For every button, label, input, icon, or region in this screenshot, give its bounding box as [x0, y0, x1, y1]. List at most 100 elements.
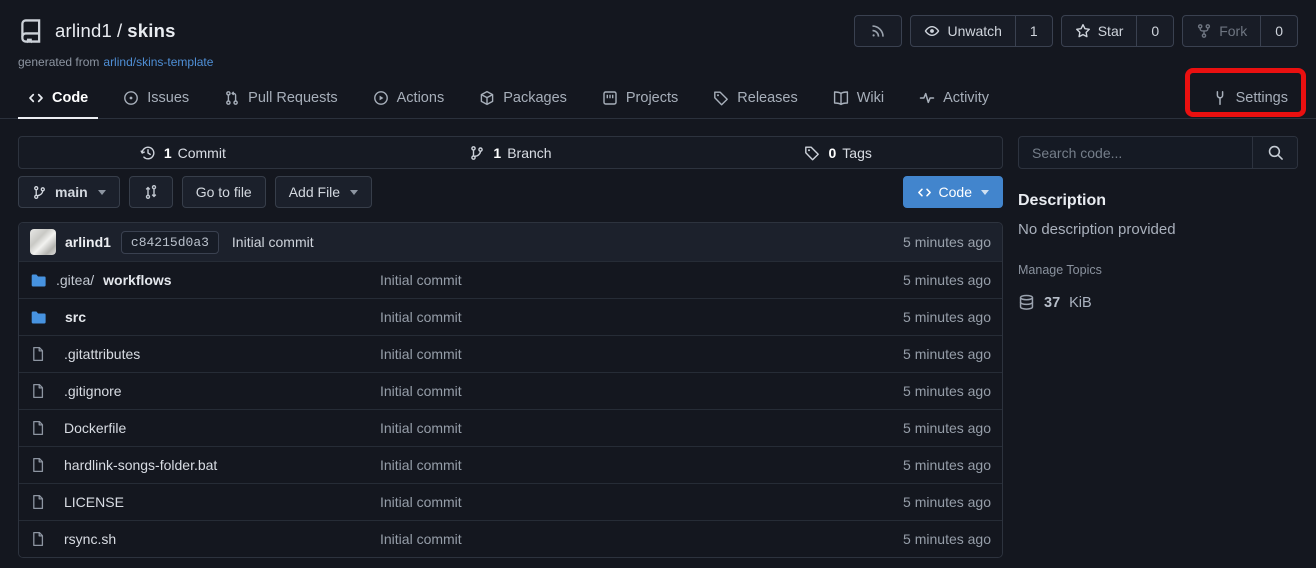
- watch-button-group: Unwatch 1: [910, 15, 1052, 47]
- folder-icon: [30, 272, 47, 289]
- template-repo-link[interactable]: arlind/skins-template: [103, 55, 213, 69]
- page-title: arlind1/skins: [55, 20, 176, 42]
- branch-selector[interactable]: main: [18, 176, 120, 208]
- tab-issues[interactable]: Issues: [113, 78, 199, 118]
- repo-owner-link[interactable]: arlind1: [55, 20, 112, 41]
- file-icon: [30, 531, 46, 547]
- unwatch-button[interactable]: Unwatch: [911, 16, 1014, 46]
- generated-from-line: generated fromarlind/skins-template: [18, 55, 1298, 69]
- code-icon: [917, 185, 932, 200]
- compare-button[interactable]: [129, 176, 173, 208]
- file-row[interactable]: LICENSE Initial commit 5 minutes ago: [19, 483, 1002, 520]
- folder-icon: [30, 309, 47, 326]
- file-name: rsync.sh: [64, 531, 116, 547]
- chevron-down-icon: [350, 190, 358, 195]
- file-row[interactable]: .gitattributes Initial commit 5 minutes …: [19, 335, 1002, 372]
- file-name: .gitignore: [64, 383, 122, 399]
- file-row[interactable]: .gitignore Initial commit 5 minutes ago: [19, 372, 1002, 409]
- book-icon: [833, 90, 849, 106]
- file-name-cell[interactable]: src: [30, 309, 380, 326]
- tab-activity[interactable]: Activity: [909, 78, 999, 118]
- file-row[interactable]: Dockerfile Initial commit 5 minutes ago: [19, 409, 1002, 446]
- file-commit-time: 5 minutes ago: [903, 346, 991, 362]
- file-row[interactable]: rsync.sh Initial commit 5 minutes ago: [19, 520, 1002, 557]
- package-icon: [479, 90, 495, 106]
- file-commit-time: 5 minutes ago: [903, 494, 991, 510]
- repo-action-buttons: Unwatch 1 Star 0: [854, 15, 1298, 47]
- search-icon: [1267, 144, 1284, 161]
- fork-button-group: Fork 0: [1182, 15, 1298, 47]
- file-name: src: [65, 309, 86, 325]
- file-commit-message[interactable]: Initial commit: [380, 383, 903, 399]
- star-count[interactable]: 0: [1136, 16, 1173, 46]
- repo-size: 37 KiB: [1018, 294, 1298, 311]
- chevron-down-icon: [98, 190, 106, 195]
- fork-icon: [1196, 23, 1212, 39]
- file-icon: [30, 494, 46, 510]
- tab-pull-requests[interactable]: Pull Requests: [214, 78, 347, 118]
- file-name-cell[interactable]: rsync.sh: [30, 531, 380, 547]
- commit-hash-badge[interactable]: c84215d0a3: [121, 231, 219, 254]
- rss-button[interactable]: [854, 15, 902, 47]
- search-button[interactable]: [1252, 137, 1297, 168]
- commits-stat[interactable]: 1Commit: [19, 137, 347, 168]
- tab-settings[interactable]: Settings: [1202, 78, 1298, 118]
- project-board-icon: [602, 90, 618, 106]
- file-commit-time: 5 minutes ago: [903, 383, 991, 399]
- file-name-cell[interactable]: Dockerfile: [30, 420, 380, 436]
- file-commit-message[interactable]: Initial commit: [380, 420, 903, 436]
- manage-topics-link[interactable]: Manage Topics: [1018, 263, 1298, 277]
- file-commit-time: 5 minutes ago: [903, 531, 991, 547]
- search-input[interactable]: [1019, 137, 1252, 168]
- tab-releases[interactable]: Releases: [703, 78, 807, 118]
- add-file-button[interactable]: Add File: [275, 176, 372, 208]
- file-row[interactable]: .gitea/workflows Initial commit 5 minute…: [19, 261, 1002, 298]
- file-commit-message[interactable]: Initial commit: [380, 531, 903, 547]
- branches-stat[interactable]: 1Branch: [347, 137, 675, 168]
- star-icon: [1075, 23, 1091, 39]
- watch-count[interactable]: 1: [1015, 16, 1052, 46]
- file-name-cell[interactable]: hardlink-songs-folder.bat: [30, 457, 380, 473]
- fork-count[interactable]: 0: [1260, 16, 1297, 46]
- repo-header: arlind1/skins: [0, 0, 1316, 69]
- file-name-cell[interactable]: .gitattributes: [30, 346, 380, 362]
- file-commit-message[interactable]: Initial commit: [380, 494, 903, 510]
- file-commit-message[interactable]: Initial commit: [380, 272, 903, 288]
- file-commit-message[interactable]: Initial commit: [380, 309, 903, 325]
- file-commit-message[interactable]: Initial commit: [380, 346, 903, 362]
- size-unit: KiB: [1069, 295, 1092, 311]
- file-list: .gitea/workflows Initial commit 5 minute…: [19, 261, 1002, 557]
- file-name: LICENSE: [64, 494, 124, 510]
- pull-request-icon: [224, 90, 240, 106]
- branch-icon: [469, 145, 487, 161]
- file-commit-message[interactable]: Initial commit: [380, 457, 903, 473]
- tab-projects[interactable]: Projects: [592, 78, 688, 118]
- tab-code[interactable]: Code: [18, 78, 98, 118]
- tags-stat[interactable]: 0Tags: [674, 137, 1002, 168]
- file-commit-time: 5 minutes ago: [903, 457, 991, 473]
- tag-icon: [713, 90, 729, 106]
- file-row[interactable]: hardlink-songs-folder.bat Initial commit…: [19, 446, 1002, 483]
- tab-wiki[interactable]: Wiki: [823, 78, 894, 118]
- go-to-file-button[interactable]: Go to file: [182, 176, 266, 208]
- latest-commit-row: arlind1 c84215d0a3 Initial commit 5 minu…: [19, 223, 1002, 261]
- code-download-button[interactable]: Code: [903, 176, 1003, 208]
- tab-packages[interactable]: Packages: [469, 78, 577, 118]
- repo-name-link[interactable]: skins: [127, 20, 175, 41]
- commit-author-link[interactable]: arlind1: [65, 234, 111, 250]
- star-button[interactable]: Star: [1062, 16, 1137, 46]
- file-name-cell[interactable]: .gitignore: [30, 383, 380, 399]
- pulse-icon: [919, 90, 935, 106]
- file-name-cell[interactable]: .gitea/workflows: [30, 272, 380, 289]
- avatar[interactable]: [30, 229, 56, 255]
- title-separator: /: [117, 20, 122, 41]
- history-icon: [140, 145, 158, 161]
- file-name-cell[interactable]: LICENSE: [30, 494, 380, 510]
- file-row[interactable]: src Initial commit 5 minutes ago: [19, 298, 1002, 335]
- commit-message-link[interactable]: Initial commit: [232, 234, 314, 250]
- rss-icon: [870, 23, 886, 39]
- description-text: No description provided: [1018, 221, 1298, 238]
- issue-icon: [123, 90, 139, 106]
- tab-actions[interactable]: Actions: [363, 78, 455, 118]
- fork-button[interactable]: Fork: [1183, 16, 1260, 46]
